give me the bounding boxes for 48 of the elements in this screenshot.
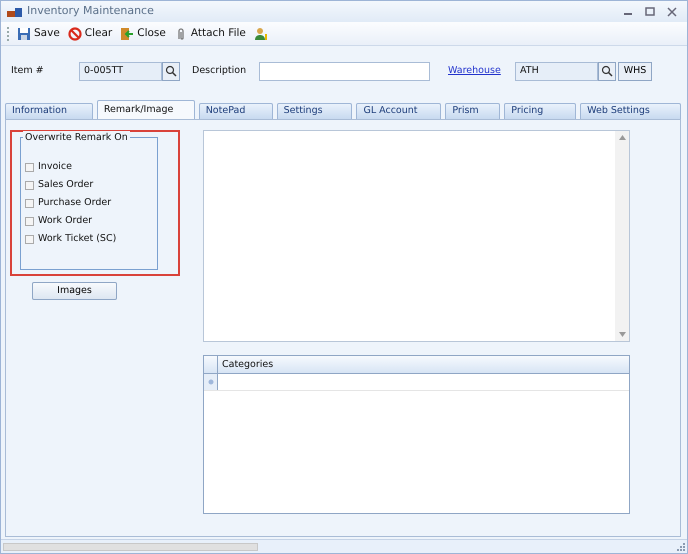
whs-button[interactable]: WHS [618,62,652,80]
user-icon[interactable] [254,26,268,40]
vertical-scrollbar[interactable] [615,131,629,341]
attach-button[interactable]: Attach File [174,26,246,42]
checkbox-label: Sales Order [38,178,94,192]
tab[interactable]: Settings [276,103,352,119]
exit-door-icon [120,26,134,40]
checkbox-label: Work Ticket (SC) [38,232,116,246]
warehouse-field[interactable]: ATH [515,62,598,80]
checkbox-label: Purchase Order [38,196,112,210]
column-header: Categories [221,358,274,372]
images-button[interactable]: Images [32,282,117,300]
checkbox[interactable] [25,216,34,226]
checkbox[interactable] [25,198,34,208]
no-entry-icon [68,26,82,40]
app-icon [7,6,23,18]
clear-button[interactable]: Clear [68,26,112,42]
search-icon [165,65,177,77]
tab[interactable]: NotePad [198,103,273,119]
scroll-down-icon[interactable] [618,332,626,337]
checkbox-label: Work Order [38,214,92,228]
tab[interactable]: Pricing [504,103,576,119]
item-number-field[interactable]: 0-005TT [79,62,162,80]
search-icon [601,65,613,77]
checkbox[interactable] [25,234,34,244]
resize-grip-icon[interactable] [676,542,685,551]
tab[interactable]: Information [5,103,93,119]
search-button[interactable] [162,62,180,80]
maximize-icon[interactable] [645,6,655,16]
search-button[interactable] [598,62,616,80]
horizontal-scrollbar[interactable] [3,542,258,550]
window-title: Inventory Maintenance [27,3,154,20]
checkbox-label: Invoice [38,160,72,174]
tab[interactable]: Prism [445,103,500,119]
tab[interactable]: GL Account [356,103,442,119]
warehouse-link[interactable]: Warehouse [448,64,515,78]
save-button[interactable]: Save [17,26,60,42]
field-label: Description [192,64,248,78]
checkbox[interactable] [25,162,34,172]
checkbox[interactable] [25,180,34,190]
tab[interactable]: Web Settings [580,103,682,119]
scroll-up-icon[interactable] [618,135,626,140]
close-icon[interactable] [667,6,677,16]
save-icon [17,26,31,40]
close-button[interactable]: Close [120,26,166,42]
tab[interactable]: Remark/Image [96,100,195,119]
field-label: Item # [11,64,45,78]
description-field[interactable] [259,62,430,80]
